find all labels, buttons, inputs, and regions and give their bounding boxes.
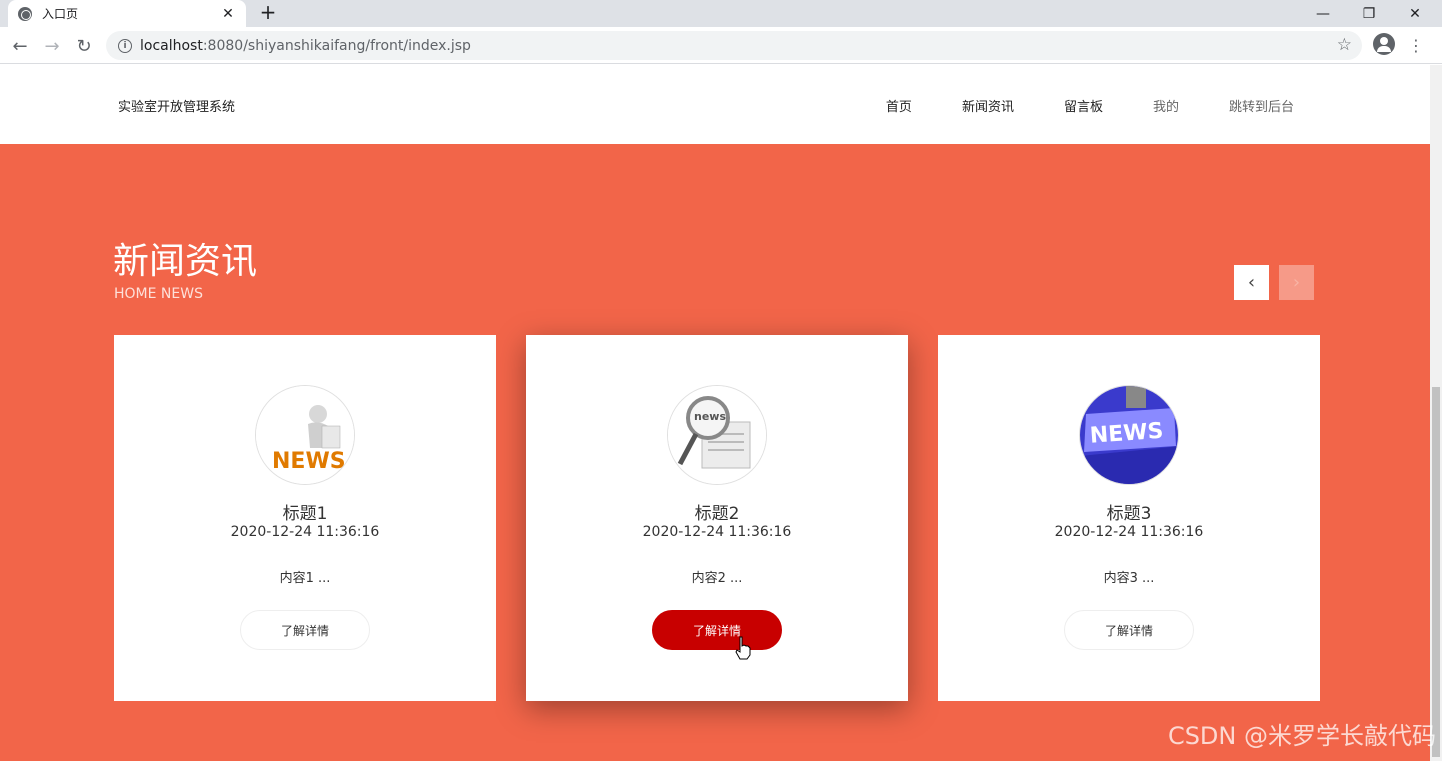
new-tab-button[interactable]: + <box>256 1 280 23</box>
svg-text:NEWS: NEWS <box>1089 419 1164 449</box>
site-title: 实验室开放管理系统 <box>118 100 236 115</box>
nav-item-admin[interactable]: 跳转到后台 <box>1229 96 1294 115</box>
browser-menu-icon[interactable]: ⋮ <box>1408 33 1424 57</box>
news-card: NEWS 标题1 2020-12-24 11:36:16 内容1 ... 了解详… <box>114 335 496 701</box>
carousel-prev-button[interactable]: ‹ <box>1234 265 1269 300</box>
news-thumbnail-reading-figure[interactable]: NEWS <box>255 385 355 485</box>
svg-text:NEWS: NEWS <box>272 449 346 474</box>
bookmark-star-icon[interactable]: ☆ <box>1337 35 1352 55</box>
section-subtitle: HOME NEWS <box>114 286 203 302</box>
section-title: 新闻资讯 <box>113 241 258 282</box>
globe-icon <box>18 6 32 21</box>
details-button[interactable]: 了解详情 <box>652 610 782 650</box>
profile-icon[interactable] <box>1373 33 1395 55</box>
back-button[interactable]: ← <box>7 33 33 59</box>
address-bar[interactable]: i localhost:8080/shiyanshikaifang/front/… <box>106 31 1362 60</box>
details-button[interactable]: 了解详情 <box>1064 610 1194 650</box>
news-thumbnail-keyboard[interactable]: NEWS <box>1079 385 1179 485</box>
browser-tabbar: 入口页 ✕ + — ❐ ✕ <box>0 0 1442 27</box>
site-header: 实验室开放管理系统 首页 新闻资讯 留言板 我的 跳转到后台 <box>0 65 1430 144</box>
news-card-title: 标题2 <box>694 504 740 524</box>
info-icon[interactable]: i <box>118 38 132 53</box>
main-nav: 首页 新闻资讯 留言板 我的 跳转到后台 <box>836 96 1294 115</box>
hand-cursor-icon <box>734 636 752 660</box>
news-card-time: 2020-12-24 11:36:16 <box>230 524 380 540</box>
browser-tab[interactable]: 入口页 ✕ <box>8 0 246 27</box>
scrollbar-thumb[interactable] <box>1432 387 1440 757</box>
news-card-content: 内容3 ... <box>1103 571 1155 586</box>
details-button[interactable]: 了解详情 <box>240 610 370 650</box>
news-card: news 标题2 2020-12-24 11:36:16 内容2 ... 了解详… <box>526 335 908 701</box>
svg-text:news: news <box>694 410 726 423</box>
nav-item-mine[interactable]: 我的 <box>1153 96 1179 115</box>
news-card-title: 标题3 <box>1106 504 1152 524</box>
news-card-content: 内容2 ... <box>691 571 743 586</box>
window-close-button[interactable]: ✕ <box>1392 0 1438 27</box>
nav-item-news[interactable]: 新闻资讯 <box>962 96 1014 115</box>
news-thumbnail-magnifier[interactable]: news <box>667 385 767 485</box>
restore-button[interactable]: ❐ <box>1346 0 1392 27</box>
nav-item-message-board[interactable]: 留言板 <box>1064 96 1103 115</box>
news-section: 新闻资讯 HOME NEWS ‹ › NEWS 标题1 2020-12-24 1… <box>0 144 1430 761</box>
forward-button[interactable]: → <box>39 33 65 59</box>
news-card-time: 2020-12-24 11:36:16 <box>642 524 792 540</box>
page-scrollbar[interactable] <box>1430 65 1442 761</box>
news-card-title: 标题1 <box>282 504 328 524</box>
page-content: 实验室开放管理系统 首页 新闻资讯 留言板 我的 跳转到后台 新闻资讯 HOME… <box>0 65 1430 761</box>
news-card-content: 内容1 ... <box>279 571 331 586</box>
url-text[interactable]: localhost:8080/shiyanshikaifang/front/in… <box>140 38 471 54</box>
nav-item-home[interactable]: 首页 <box>886 96 912 115</box>
watermark: CSDN @米罗学长敲代码 <box>1167 722 1436 750</box>
carousel-next-button[interactable]: › <box>1279 265 1314 300</box>
news-card-time: 2020-12-24 11:36:16 <box>1054 524 1204 540</box>
tab-title: 入口页 <box>42 7 79 21</box>
close-tab-icon[interactable]: ✕ <box>220 6 236 22</box>
browser-toolbar: ← → ↻ i localhost:8080/shiyanshikaifang/… <box>0 27 1442 64</box>
news-card: NEWS 标题3 2020-12-24 11:36:16 内容3 ... 了解详… <box>938 335 1320 701</box>
minimize-button[interactable]: — <box>1300 0 1346 27</box>
reload-button[interactable]: ↻ <box>71 33 97 59</box>
